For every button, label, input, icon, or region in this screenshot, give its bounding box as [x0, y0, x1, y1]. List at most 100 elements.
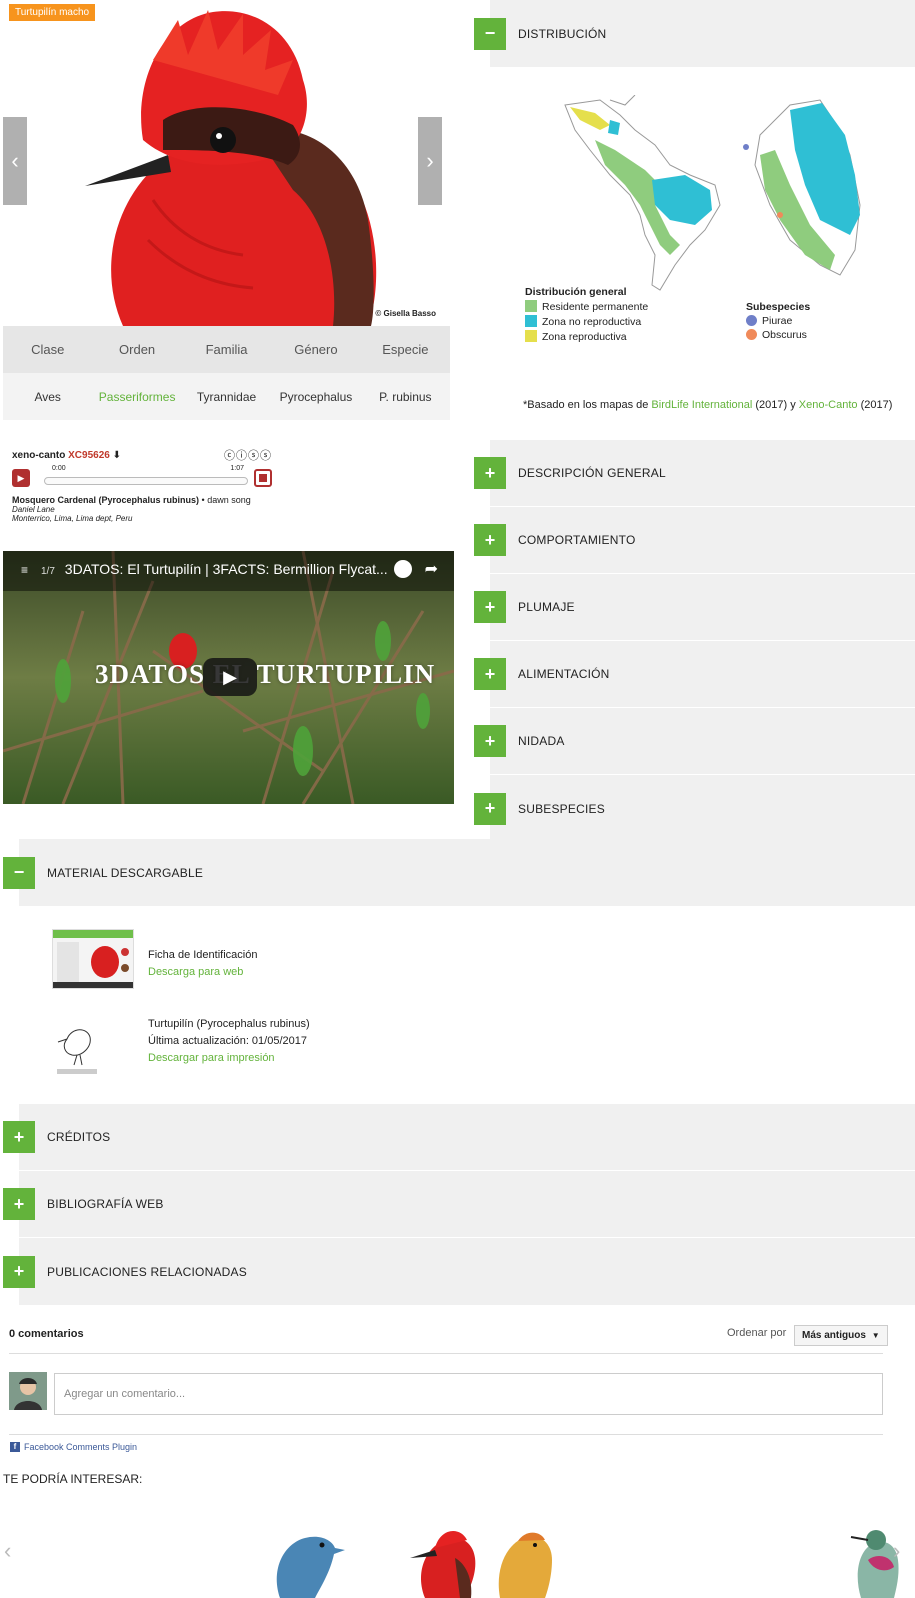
taxonomy-header-genero: Género — [294, 342, 338, 357]
ficha-thumbnail[interactable] — [52, 929, 134, 989]
accordion-publicaciones[interactable]: + PUBLICACIONES RELACIONADAS — [3, 1238, 915, 1305]
chevron-left-icon: ‹ — [11, 148, 19, 173]
accordion-label-comportamiento: COMPORTAMIENTO — [518, 533, 636, 547]
collapse-button[interactable]: − — [474, 17, 506, 50]
plus-icon: + — [484, 730, 496, 751]
expand-button[interactable]: + — [3, 1121, 35, 1153]
taxonomy-header-orden: Orden — [119, 342, 156, 357]
legend-item-no-reproductiva: Zona no reproductiva — [525, 315, 648, 328]
facebook-plugin-label: Facebook Comments Plugin — [24, 1442, 138, 1452]
video-overlay-text: 3DATOS EL TURTUPILIN — [95, 659, 436, 689]
expand-button[interactable]: + — [3, 1255, 35, 1288]
related-next-button[interactable]: › — [893, 1538, 900, 1564]
expand-button[interactable]: + — [474, 457, 506, 489]
accordion-descripcion[interactable]: + DESCRIPCIÓN GENERAL — [474, 440, 915, 507]
sort-dropdown[interactable]: Más antiguos ▼ — [794, 1325, 888, 1346]
audio-recordist: Daniel Lane — [12, 505, 55, 514]
chevron-right-icon: › — [426, 148, 434, 173]
youtube-video-embed[interactable]: ≡ 1/7 3DATOS: El Turtupilín | 3FACTS: Be… — [3, 551, 454, 804]
audio-play-button[interactable]: ▶ — [12, 469, 30, 487]
download-web-link[interactable]: Descarga para web — [148, 964, 257, 981]
accordion-label-publicaciones: PUBLICACIONES RELACIONADAS — [47, 1264, 247, 1279]
share-icon[interactable]: ➦ — [425, 559, 438, 579]
image-caption-tag: Turtupilín macho — [9, 4, 96, 21]
caret-down-icon: ▼ — [871, 1331, 880, 1340]
accordion-nidada[interactable]: + NIDADA — [474, 708, 915, 775]
related-bird-turtupilin[interactable] — [405, 1518, 485, 1598]
facebook-icon: f — [10, 1442, 20, 1452]
download-item-impresion: Turtupilín (Pyrocephalus rubinus) Última… — [148, 1016, 310, 1067]
taxonomy-value-clase: Aves — [34, 389, 61, 404]
accordion-bibliografia[interactable]: + BIBLIOGRAFÍA WEB — [3, 1171, 915, 1238]
expand-button[interactable]: + — [474, 658, 506, 690]
download-item-ficha: Ficha de Identificación Descarga para we… — [148, 947, 257, 981]
facebook-plugin-link[interactable]: f Facebook Comments Plugin — [10, 1442, 137, 1452]
xeno-canto-player: xeno-canto XC95626 ⬇ ⓒⓘⓢⓢ ▶ 0:00 1:07 Mo… — [12, 447, 272, 532]
audio-progress-track[interactable] — [44, 477, 248, 485]
related-prev-button[interactable]: ‹ — [4, 1538, 11, 1564]
stop-icon — [259, 474, 267, 482]
sort-label: Ordenar por — [727, 1327, 787, 1339]
birdlife-link[interactable]: BirdLife International — [651, 399, 752, 411]
legend-title: Distribución general — [525, 286, 627, 298]
audio-location: Monterrico, Lima, Lima dept, Peru — [12, 514, 133, 523]
comment-input[interactable]: Agregar un comentario... — [54, 1373, 883, 1415]
comment-placeholder: Agregar un comentario... — [64, 1388, 186, 1400]
accordion-label-distribucion: DISTRIBUCIÓN — [518, 26, 607, 41]
taxonomy-table: Clase Orden Familia Género Especie Aves … — [3, 326, 450, 420]
accordion-label-plumaje: PLUMAJE — [518, 600, 575, 614]
ficha-preview-image — [53, 930, 133, 988]
audio-stop-button[interactable] — [254, 469, 272, 487]
recording-id-link[interactable]: XC95626 — [68, 450, 110, 461]
accordion-material-descargable[interactable]: − MATERIAL DESCARGABLE — [3, 839, 915, 906]
watch-later-icon[interactable] — [394, 560, 412, 578]
video-title[interactable]: 3DATOS: El Turtupilín | 3FACTS: Bermilli… — [65, 561, 388, 577]
audio-title: Mosquero Cardenal (Pyrocephalus rubinus) — [12, 495, 200, 505]
chevron-left-icon: ‹ — [4, 1538, 12, 1563]
plus-icon: + — [484, 596, 496, 617]
download-icon[interactable]: ⬇ — [113, 450, 121, 461]
drawing-updated: Última actualización: 01/05/2017 — [148, 1035, 307, 1047]
plus-icon: + — [13, 1126, 25, 1147]
accordion-label-alimentacion: ALIMENTACIÓN — [518, 667, 610, 681]
plus-icon: + — [484, 663, 496, 684]
note-suffix: (2017) — [857, 399, 893, 411]
chevron-right-icon: › — [893, 1538, 901, 1563]
video-play-button[interactable]: ▶ — [203, 658, 257, 696]
related-bird-blue[interactable] — [250, 1518, 350, 1598]
carousel-prev-button[interactable]: ‹ — [3, 117, 27, 205]
accordion-comportamiento[interactable]: + COMPORTAMIENTO — [474, 507, 915, 574]
accordion-plumaje[interactable]: + PLUMAJE — [474, 574, 915, 641]
expand-button[interactable]: + — [474, 591, 506, 623]
legend-item-obscurus: Obscurus — [746, 329, 810, 341]
hero-image: Turtupilín macho © Gisella Basso ‹ › — [3, 0, 450, 326]
related-bird-yellow[interactable] — [490, 1515, 560, 1598]
expand-button[interactable]: + — [3, 1188, 35, 1220]
subspecies-title: Subespecies — [746, 301, 811, 313]
accordion-distribucion[interactable]: − DISTRIBUCIÓN — [474, 0, 915, 67]
note-mid: (2017) y — [752, 399, 799, 411]
download-print-link[interactable]: Descargar para impresión — [148, 1050, 310, 1067]
drawing-thumbnail[interactable] — [52, 1009, 102, 1079]
image-credit: © Gisella Basso — [375, 309, 436, 318]
license-icons[interactable]: ⓒⓘⓢⓢ — [224, 447, 272, 463]
play-icon: ▶ — [17, 472, 25, 483]
taxonomy-values: Aves Passeriformes Tyrannidae Pyrocephal… — [3, 373, 450, 420]
playlist-icon[interactable]: ≡ — [21, 563, 28, 577]
taxonomy-header-familia: Familia — [205, 342, 248, 357]
divider — [9, 1434, 883, 1435]
taxonomy-value-familia: Tyrannidae — [196, 389, 257, 404]
expand-button[interactable]: + — [474, 792, 506, 825]
expand-button[interactable]: + — [474, 524, 506, 556]
taxonomy-value-orden-link[interactable]: Passeriformes — [92, 390, 181, 404]
right-accordion-list: + DESCRIPCIÓN GENERAL + COMPORTAMIENTO +… — [474, 440, 915, 842]
note-prefix: *Basado en los mapas de — [523, 399, 652, 411]
legend-item-residente: Residente permanente — [525, 300, 648, 313]
accordion-creditos[interactable]: + CRÉDITOS — [3, 1104, 915, 1171]
expand-button[interactable]: + — [474, 725, 506, 757]
xeno-canto-link[interactable]: Xeno-Canto — [799, 399, 858, 411]
accordion-subespecies[interactable]: + SUBESPECIES — [474, 775, 915, 842]
collapse-button[interactable]: − — [3, 856, 35, 889]
carousel-next-button[interactable]: › — [418, 117, 442, 205]
accordion-alimentacion[interactable]: + ALIMENTACIÓN — [474, 641, 915, 708]
